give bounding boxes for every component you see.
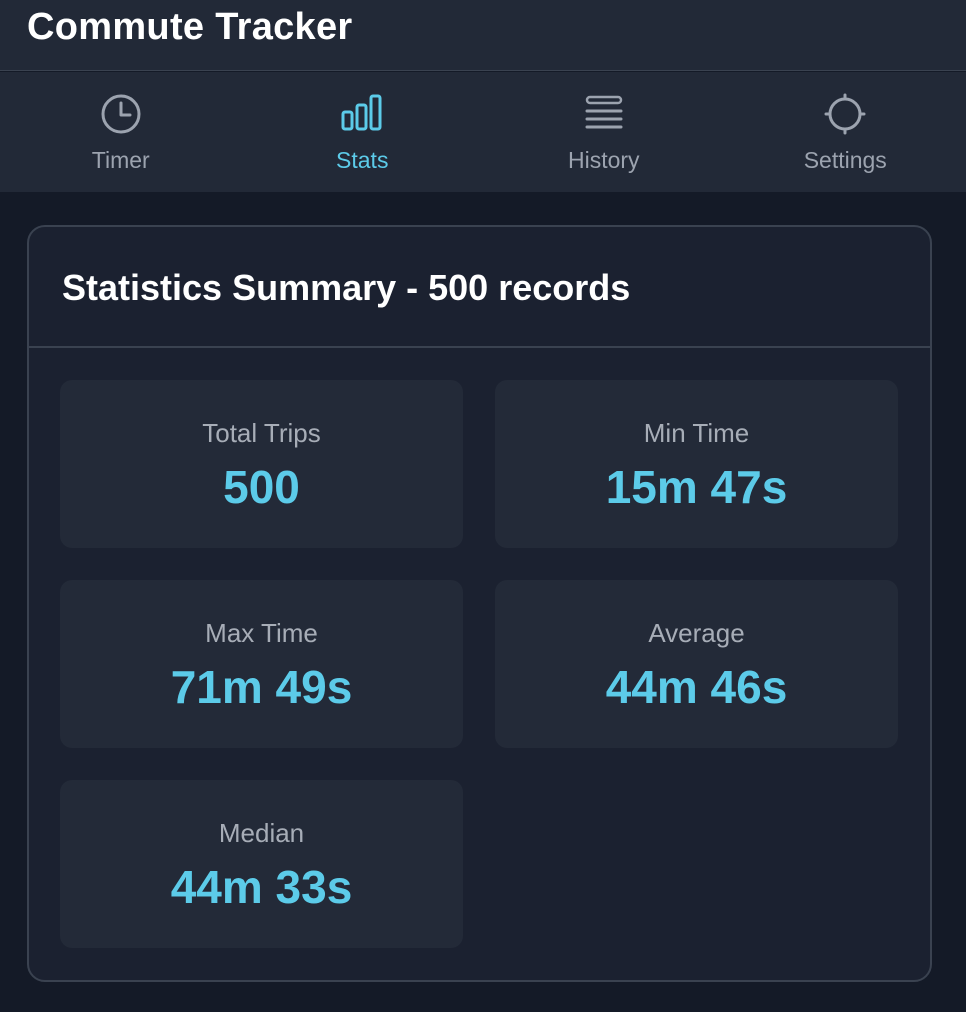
tab-settings[interactable]: Settings	[725, 72, 966, 192]
statistics-summary-card: Statistics Summary - 500 records Total T…	[27, 225, 932, 982]
stat-min-time: Min Time 15m 47s	[495, 380, 898, 548]
bar-chart-icon	[340, 92, 384, 136]
app-title: Commute Tracker	[27, 6, 353, 48]
card-title: Statistics Summary - 500 records	[62, 267, 631, 308]
stat-value: 15m 47s	[605, 461, 788, 513]
stat-max-time: Max Time 71m 49s	[60, 580, 463, 748]
tab-history-label: History	[567, 147, 640, 173]
gear-icon	[823, 92, 867, 136]
tab-timer[interactable]: Timer	[0, 72, 242, 192]
stat-value: 71m 49s	[170, 661, 353, 713]
tab-history[interactable]: History	[483, 72, 725, 192]
stat-total-trips: Total Trips 500	[60, 380, 463, 548]
stat-median: Median 44m 33s	[60, 780, 463, 948]
app-header: Commute Tracker	[0, 0, 966, 71]
tab-settings-label: Settings	[803, 147, 887, 173]
stat-label: Max Time	[205, 618, 318, 648]
stat-label: Average	[648, 618, 745, 648]
list-icon	[582, 92, 626, 136]
card-header: Statistics Summary - 500 records	[29, 227, 930, 348]
tab-bar: Timer Stats History Settings	[0, 72, 966, 192]
tab-timer-label: Timer	[91, 147, 150, 173]
stat-value: 44m 46s	[605, 661, 788, 713]
stat-value: 44m 33s	[170, 861, 353, 913]
tab-stats-label: Stats	[336, 147, 389, 173]
tab-stats[interactable]: Stats	[242, 72, 484, 192]
stat-label: Median	[218, 818, 305, 848]
stat-average: Average 44m 46s	[495, 580, 898, 748]
clock-icon	[99, 92, 143, 136]
stat-label: Min Time	[643, 418, 750, 448]
stat-label: Total Trips	[202, 418, 321, 448]
stat-value: 500	[223, 461, 300, 513]
